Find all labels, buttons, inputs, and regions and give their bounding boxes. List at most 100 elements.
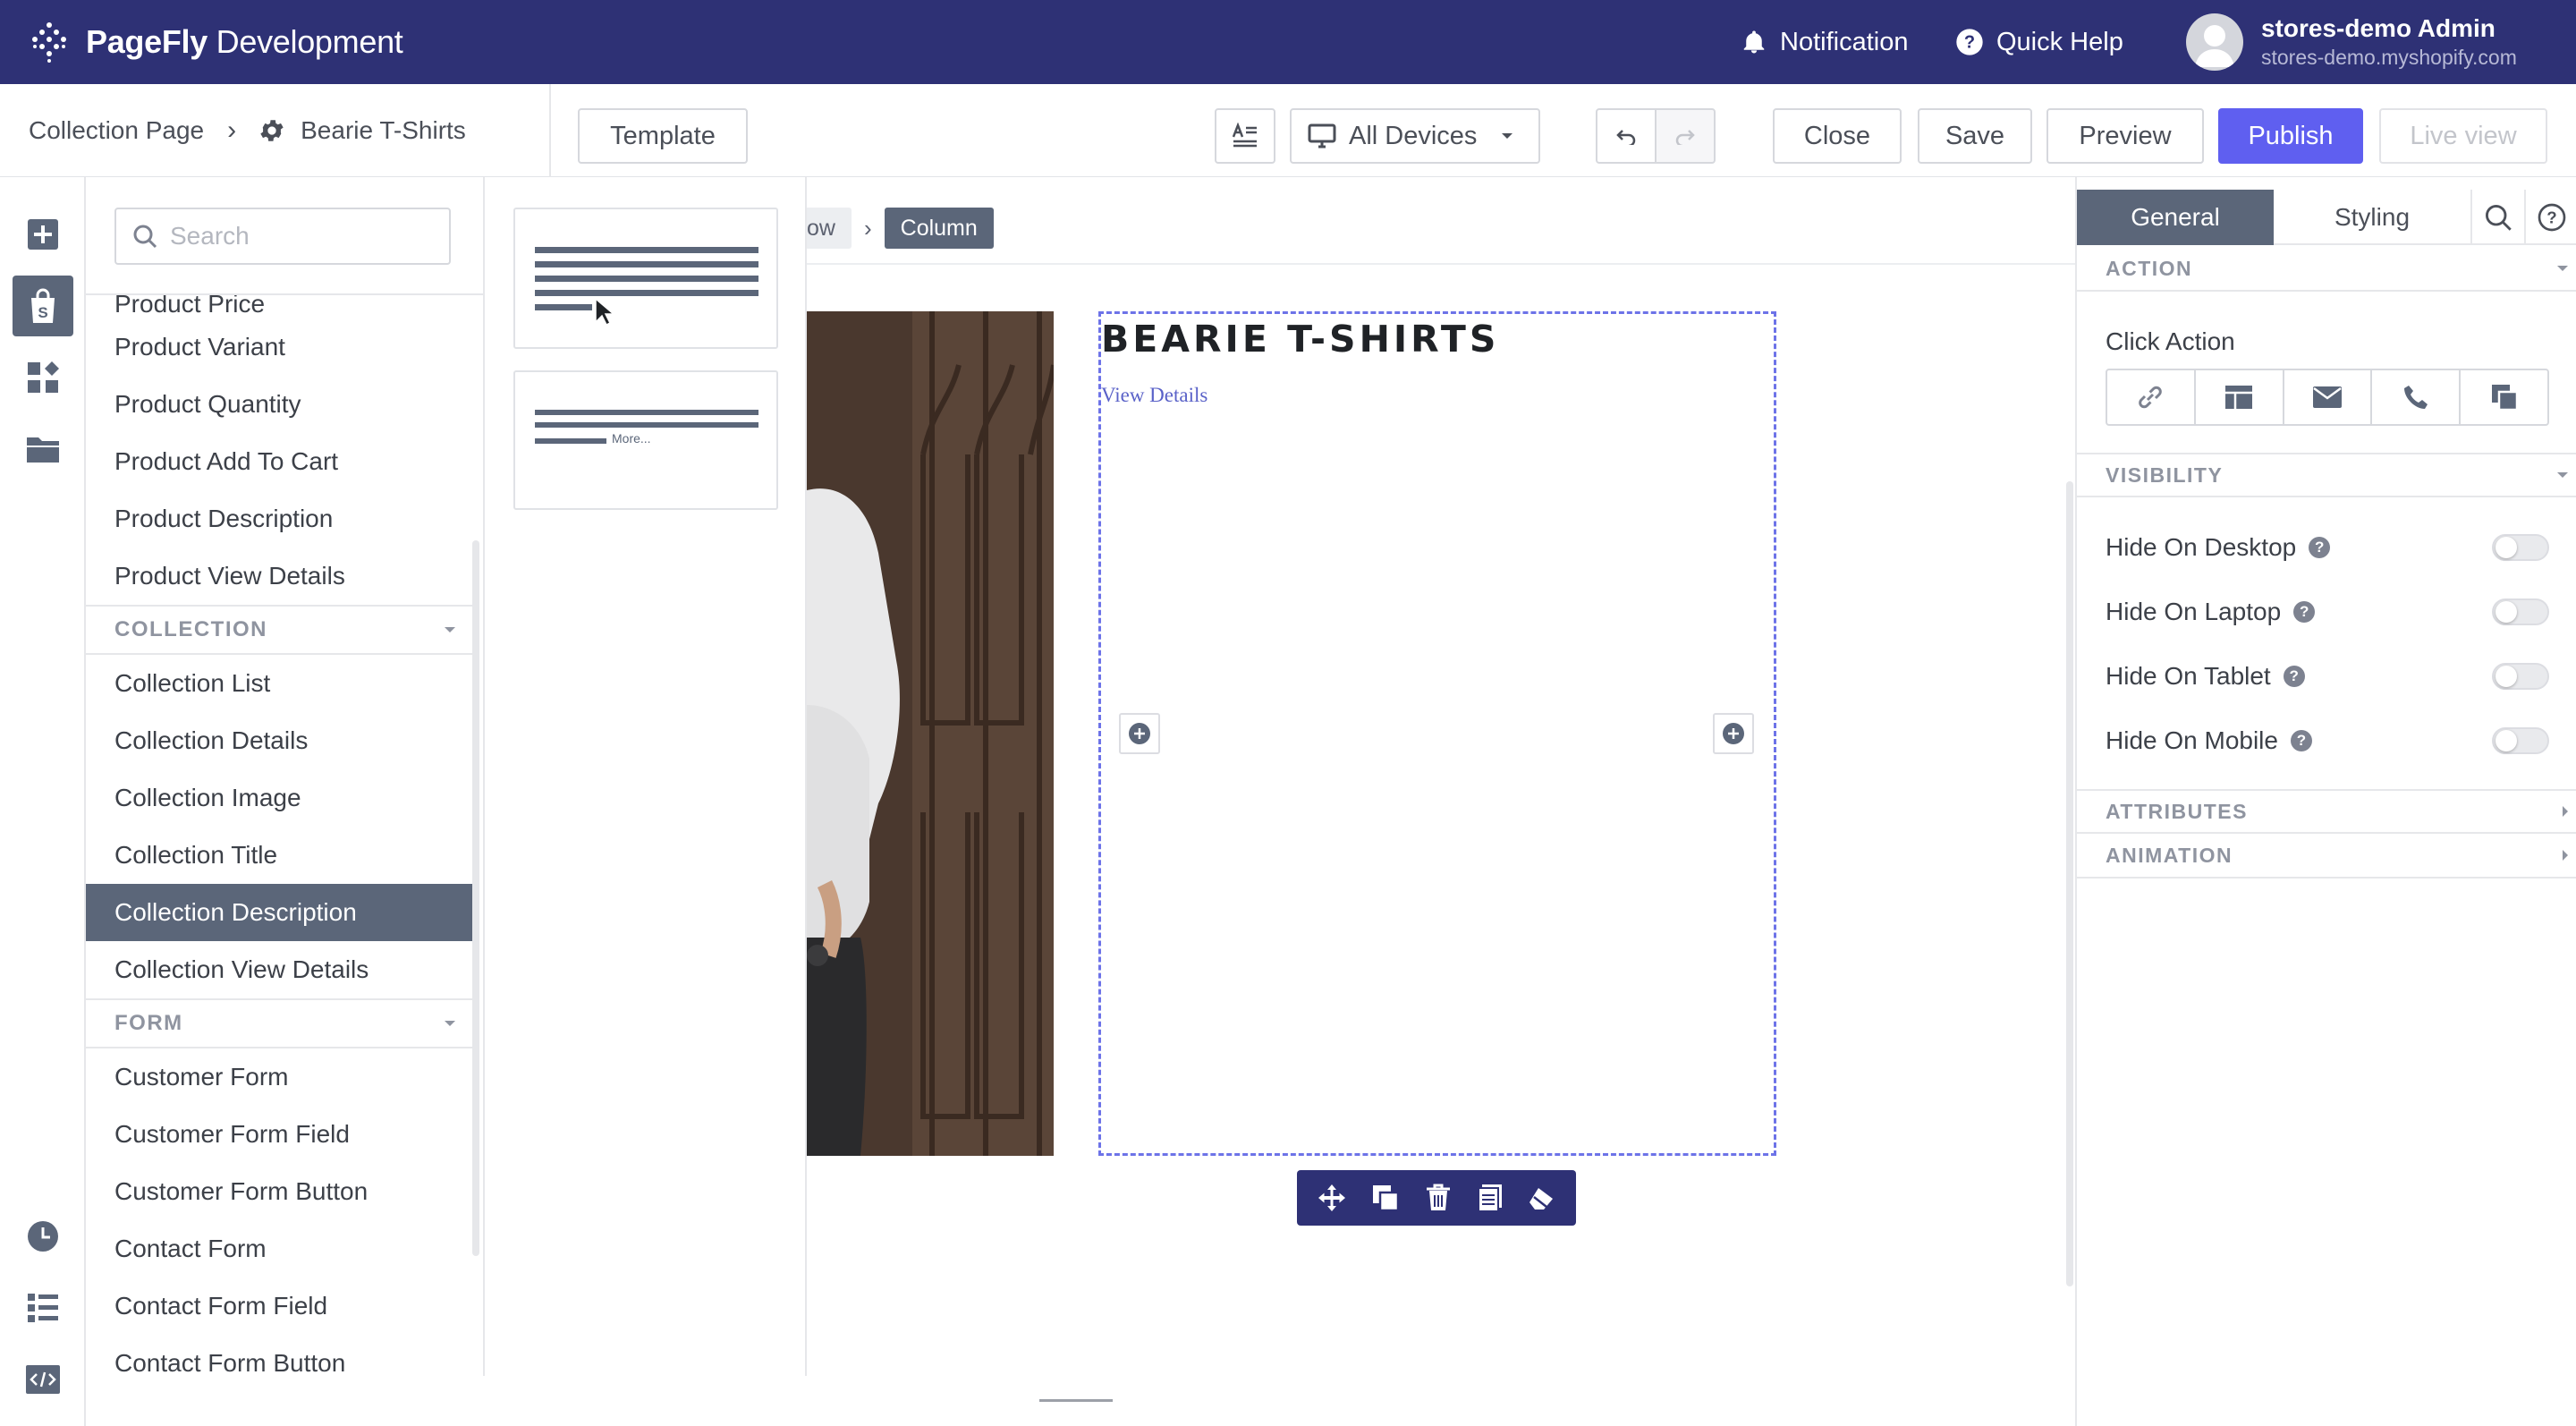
chevron-down-icon (2557, 472, 2568, 478)
canvas-scrollbar[interactable] (2066, 481, 2073, 1286)
element-item-product-variant[interactable]: Product Variant (86, 318, 472, 376)
element-item-customer-form[interactable]: Customer Form (86, 1048, 472, 1106)
editor-canvas[interactable]: ow › Column BEARIE T-SHIRTS View Details (807, 177, 2075, 1426)
element-item-product-view-details[interactable]: Product View Details (86, 547, 472, 605)
chevron-right-icon (2563, 850, 2568, 861)
add-left-button[interactable] (1119, 713, 1160, 754)
redo-button[interactable] (1655, 108, 1716, 164)
section-visibility-title: VISIBILITY (2106, 463, 2224, 487)
code-button[interactable] (13, 1349, 73, 1410)
resize-handle[interactable] (1039, 1399, 1113, 1402)
action-section-button[interactable] (2196, 370, 2284, 424)
history-button[interactable] (13, 1206, 73, 1267)
hide-on-mobile-toggle[interactable] (2492, 727, 2549, 754)
element-list: Product Price Product Variant Product Qu… (86, 295, 472, 1376)
bell-icon (1743, 30, 1765, 54)
section-attributes[interactable]: ATTRIBUTES (2077, 789, 2576, 834)
action-link-button[interactable] (2107, 370, 2196, 424)
hide-on-desktop-toggle[interactable] (2492, 534, 2549, 561)
element-item-product-price[interactable]: Product Price (86, 295, 472, 318)
section-action[interactable]: ACTION (2077, 247, 2576, 292)
user-icon (2195, 25, 2234, 67)
inspector-search-button[interactable] (2470, 190, 2524, 245)
breadcrumb-row[interactable]: ow (807, 208, 852, 249)
eraser-icon[interactable] (1528, 1184, 1556, 1211)
undo-button[interactable] (1596, 108, 1657, 164)
element-item-collection-details[interactable]: Collection Details (86, 712, 472, 769)
text-icon (1232, 123, 1257, 148)
save-to-library-icon[interactable] (1477, 1183, 1504, 1213)
add-right-button[interactable] (1713, 713, 1754, 754)
widgets-button[interactable] (13, 347, 73, 408)
brand[interactable]: PageFly Development (27, 0, 403, 84)
element-item-product-description[interactable]: Product Description (86, 490, 472, 547)
save-button[interactable]: Save (1918, 108, 2032, 164)
element-item-collection-image[interactable]: Collection Image (86, 769, 472, 827)
search-icon (133, 225, 157, 249)
publish-button[interactable]: Publish (2218, 108, 2363, 164)
duplicate-icon[interactable] (1371, 1184, 1400, 1212)
view-details-link[interactable]: View Details (1101, 384, 1208, 407)
collection-title-text[interactable]: BEARIE T-SHIRTS (1101, 318, 1499, 361)
template-button[interactable]: Template (578, 108, 748, 164)
live-view-button[interactable]: Live view (2379, 108, 2547, 164)
shopify-elements-button[interactable]: S (13, 276, 73, 336)
help-icon[interactable]: ? (2293, 601, 2316, 623)
section-collection[interactable]: COLLECTION (86, 605, 472, 655)
element-item-collection-view-details[interactable]: Collection View Details (86, 941, 472, 998)
move-icon[interactable] (1317, 1183, 1347, 1213)
tab-styling[interactable]: Styling (2274, 190, 2470, 245)
breadcrumb-collection-page[interactable]: Collection Page (29, 116, 204, 145)
element-item-customer-form-field[interactable]: Customer Form Field (86, 1106, 472, 1163)
element-item-contact-form-field[interactable]: Contact Form Field (86, 1277, 472, 1335)
element-item-customer-form-button[interactable]: Customer Form Button (86, 1163, 472, 1220)
files-button[interactable] (13, 419, 73, 480)
gear-icon[interactable] (258, 116, 286, 145)
hide-on-laptop-toggle[interactable] (2492, 598, 2549, 625)
device-select[interactable]: All Devices (1290, 108, 1540, 164)
close-button[interactable]: Close (1773, 108, 1902, 164)
section-visibility[interactable]: VISIBILITY (2077, 453, 2576, 497)
element-item-product-add-to-cart[interactable]: Product Add To Cart (86, 433, 472, 490)
help-icon[interactable]: ? (2290, 730, 2312, 751)
element-item-contact-form-button[interactable]: Contact Form Button (86, 1335, 472, 1376)
user-menu[interactable]: stores-demo Admin stores-demo.myshopify.… (2186, 0, 2517, 84)
chevron-down-icon (445, 627, 455, 632)
help-icon[interactable]: ? (2283, 666, 2305, 687)
action-phone-button[interactable] (2372, 370, 2462, 424)
variant-thumbnail-1[interactable] (513, 208, 778, 349)
element-item-collection-list[interactable]: Collection List (86, 655, 472, 712)
action-email-button[interactable] (2284, 370, 2373, 424)
element-item-product-quantity[interactable]: Product Quantity (86, 376, 472, 433)
element-search[interactable] (114, 208, 451, 265)
action-popup-button[interactable] (2461, 370, 2547, 424)
preview-button[interactable]: Preview (2046, 108, 2204, 164)
breadcrumb-column[interactable]: Column (884, 208, 994, 249)
tab-general[interactable]: General (2077, 190, 2274, 245)
section-form[interactable]: FORM (86, 998, 472, 1048)
element-item-contact-form[interactable]: Contact Form (86, 1220, 472, 1277)
outline-button[interactable] (13, 1277, 73, 1338)
selected-column[interactable]: BEARIE T-SHIRTS View Details (1098, 311, 1776, 1156)
hide-on-desktop-label: Hide On Desktop (2106, 533, 2297, 561)
quick-help-button[interactable]: ? Quick Help (1955, 0, 2123, 84)
breadcrumb-arrow: › (863, 214, 872, 242)
folder-icon (27, 437, 59, 463)
search-input[interactable] (170, 222, 420, 250)
variant-thumbnail-2[interactable]: More... (513, 370, 778, 510)
inspector-help-button[interactable]: ? (2524, 190, 2576, 245)
notification-button[interactable]: Notification (1741, 0, 1908, 84)
element-list-scrollbar[interactable] (472, 540, 479, 1256)
product-image[interactable] (807, 311, 1054, 1156)
help-icon[interactable]: ? (2309, 537, 2331, 558)
element-item-collection-description[interactable]: Collection Description (86, 884, 472, 941)
element-item-collection-title[interactable]: Collection Title (86, 827, 472, 884)
section-animation[interactable]: ANIMATION (2077, 834, 2576, 879)
trash-icon[interactable] (1425, 1184, 1452, 1212)
element-breadcrumb: ow › Column (807, 208, 994, 249)
hide-on-tablet-toggle[interactable] (2492, 663, 2549, 690)
add-element-button[interactable] (13, 204, 73, 265)
plus-circle-icon (1723, 723, 1744, 744)
desktop-icon (1308, 123, 1336, 149)
text-mode-button[interactable] (1215, 108, 1275, 164)
